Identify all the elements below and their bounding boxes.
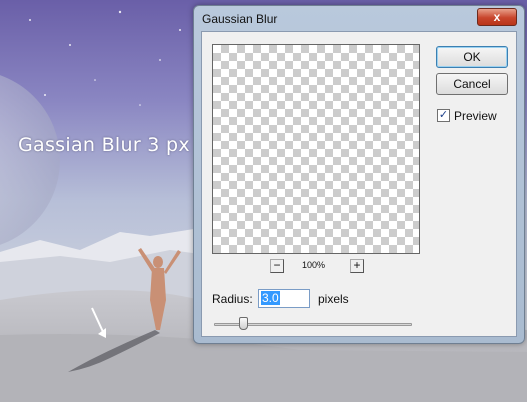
radius-input[interactable]: 3.0 [258, 289, 310, 308]
radius-slider-thumb[interactable] [239, 317, 248, 330]
gaussian-blur-dialog: Gaussian Blur x − 100% + OK Cancel ✓ Pre… [193, 5, 525, 344]
dialog-titlebar[interactable]: Gaussian Blur x [194, 6, 524, 30]
close-button[interactable]: x [477, 8, 517, 26]
scene-caption: Gassian Blur 3 px [18, 134, 190, 156]
preview-checkbox[interactable]: ✓ [437, 109, 450, 122]
zoom-in-button[interactable]: + [350, 259, 364, 273]
zoom-out-button[interactable]: − [270, 259, 284, 273]
filter-preview-area[interactable] [212, 44, 420, 254]
preview-checkbox-label[interactable]: Preview [454, 109, 497, 123]
cancel-button[interactable]: Cancel [436, 73, 508, 95]
radius-value-selected: 3.0 [261, 291, 280, 305]
radius-label: Radius: [212, 292, 253, 306]
dialog-title: Gaussian Blur [202, 12, 278, 26]
dialog-content: − 100% + OK Cancel ✓ Preview Radius: 3.0… [201, 31, 517, 337]
radius-unit-label: pixels [318, 292, 349, 306]
zoom-level-label: 100% [302, 260, 326, 270]
ok-button[interactable]: OK [436, 46, 508, 68]
